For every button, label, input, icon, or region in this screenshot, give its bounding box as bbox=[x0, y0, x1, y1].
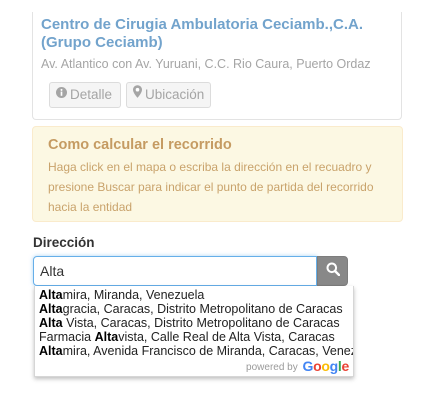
info-circle-icon bbox=[56, 82, 67, 106]
suggestion-item[interactable]: Altamira, Miranda, Venezuela bbox=[35, 288, 353, 302]
direccion-input[interactable] bbox=[33, 256, 317, 286]
detalle-button[interactable]: Detalle bbox=[49, 82, 121, 108]
search-button[interactable] bbox=[317, 256, 348, 286]
detalle-label: Detalle bbox=[70, 87, 113, 102]
suggestion-item[interactable]: Altamira, Avenida Francisco de Miranda, … bbox=[35, 344, 353, 358]
powered-by-text: powered by bbox=[246, 362, 298, 373]
google-logo: Google bbox=[302, 358, 350, 374]
result-address: Av. Atlantico con Av. Yuruani, C.C. Rio … bbox=[41, 57, 371, 71]
map-marker-icon bbox=[133, 82, 142, 106]
alert-title: Como calcular el recorrido bbox=[48, 137, 232, 153]
powered-by-google: powered by Google bbox=[246, 358, 349, 374]
ubicacion-button[interactable]: Ubicación bbox=[126, 82, 211, 108]
alert-body: Haga click en el mapa o escriba la direc… bbox=[48, 160, 374, 214]
suggestion-item[interactable]: Farmacia Altavista, Calle Real de Alta V… bbox=[35, 330, 353, 344]
route-help-alert: Como calcular el recorrido Haga click en… bbox=[32, 126, 403, 222]
autocomplete-dropdown: Altamira, Miranda, Venezuela Altagracia,… bbox=[34, 286, 354, 377]
direccion-label: Dirección bbox=[33, 235, 95, 250]
suggestion-item[interactable]: Alta Vista, Caracas, Distrito Metropolit… bbox=[35, 316, 353, 330]
suggestion-item[interactable]: Altagracia, Caracas, Distrito Metropolit… bbox=[35, 302, 353, 316]
ubicacion-label: Ubicación bbox=[145, 87, 205, 102]
result-title-link[interactable]: Centro de Cirugia Ambulatoria Ceciamb.,C… bbox=[41, 16, 397, 52]
search-icon bbox=[326, 262, 340, 281]
result-card: Centro de Cirugia Ambulatoria Ceciamb.,C… bbox=[32, 12, 402, 120]
